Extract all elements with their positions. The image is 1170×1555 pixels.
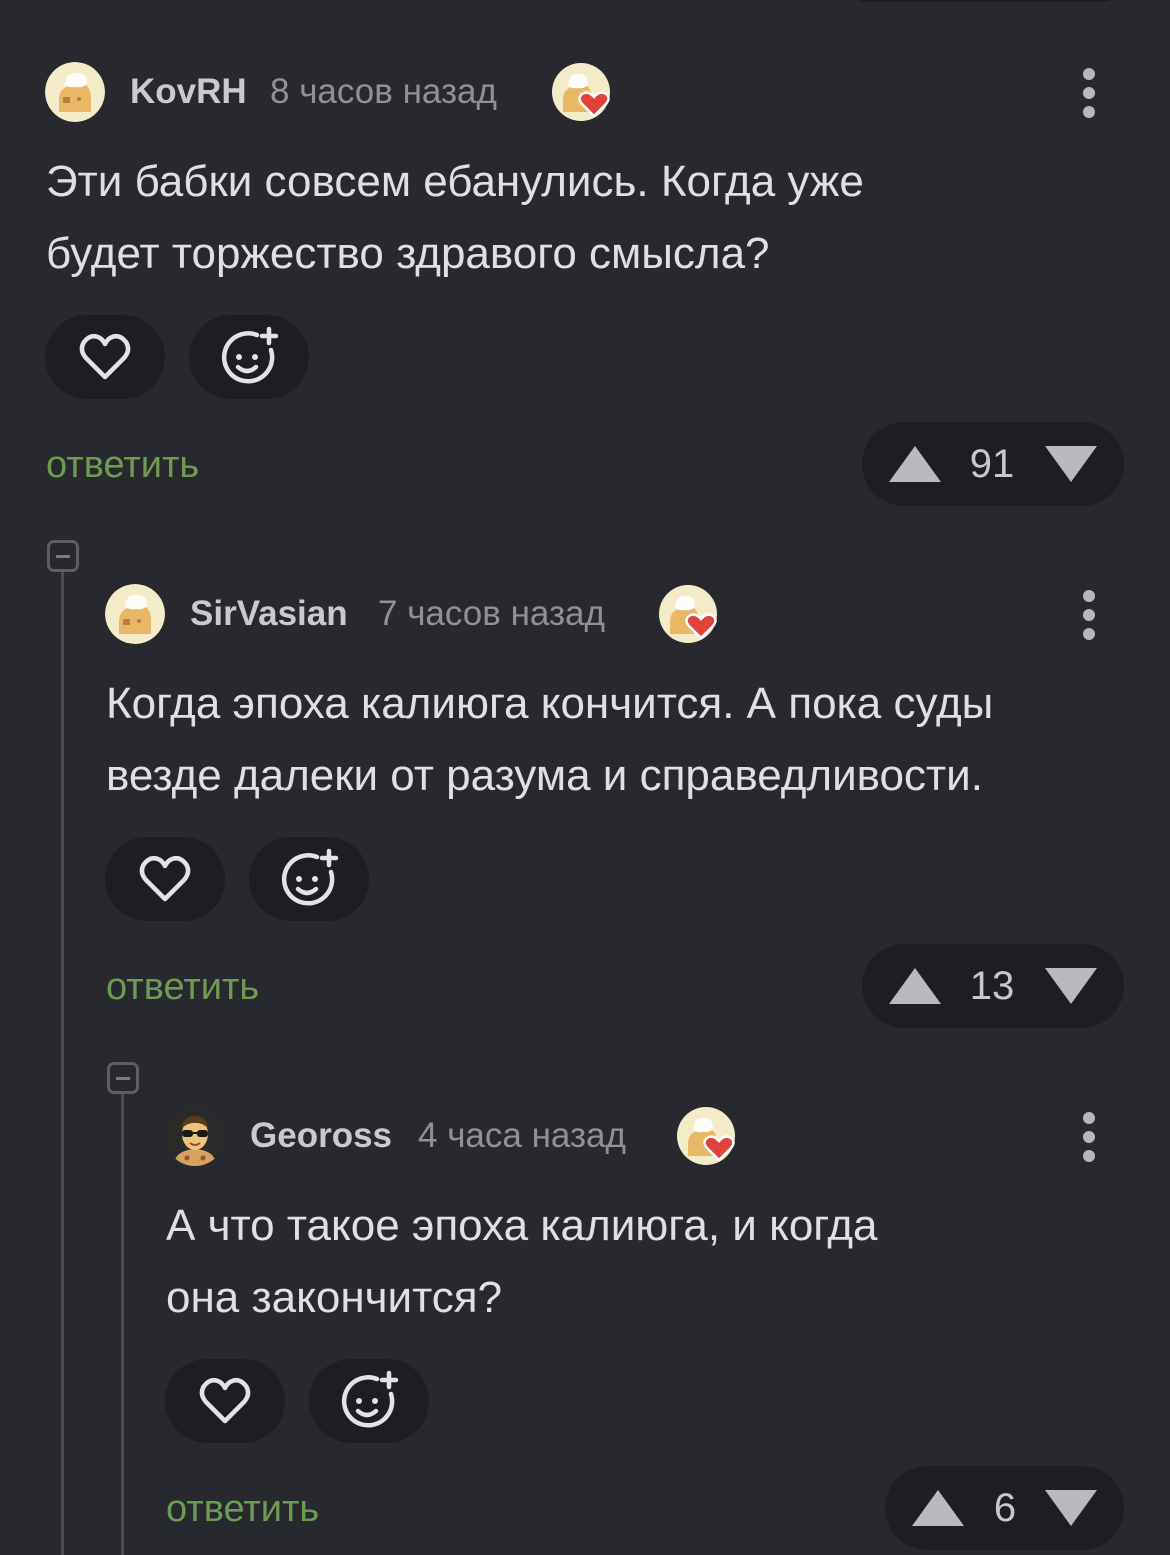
username[interactable]: Geoross xyxy=(250,1116,392,1156)
downvote-icon[interactable] xyxy=(1045,968,1097,1004)
thread-line-level-2[interactable] xyxy=(121,1094,124,1555)
upvote-icon[interactable] xyxy=(912,1490,964,1526)
like-button[interactable] xyxy=(105,837,225,921)
smiley-plus-icon xyxy=(281,848,339,906)
upvote-icon[interactable] xyxy=(889,968,941,1004)
smiley-plus-icon xyxy=(341,1370,399,1428)
username[interactable]: SirVasian xyxy=(190,594,348,634)
downvote-icon[interactable] xyxy=(1045,1490,1097,1526)
comment-text-line: она закончится? xyxy=(166,1273,503,1322)
heart-outline-icon xyxy=(79,333,131,380)
vote-control: 13 xyxy=(862,944,1124,1028)
username[interactable]: KovRH xyxy=(130,72,247,112)
upvote-icon[interactable] xyxy=(889,446,941,482)
vote-control: 91 xyxy=(862,422,1124,506)
comment-text-line: будет торжество здравого смысла? xyxy=(46,229,770,278)
vote-control: 6 xyxy=(885,1466,1124,1550)
avatar[interactable] xyxy=(45,62,105,122)
heart-badge-icon[interactable] xyxy=(676,1106,738,1168)
heart-badge-icon[interactable] xyxy=(658,584,720,646)
heart-badge-icon[interactable] xyxy=(551,62,613,124)
downvote-icon[interactable] xyxy=(1045,446,1097,482)
comment-text-line: Когда эпоха калиюга кончится. А пока суд… xyxy=(106,679,994,728)
vote-score: 13 xyxy=(969,964,1015,1008)
collapse-thread-button[interactable] xyxy=(107,1062,139,1094)
more-options-icon[interactable] xyxy=(1079,1112,1099,1162)
like-button[interactable] xyxy=(45,315,165,399)
smiley-plus-icon xyxy=(221,326,279,384)
timestamp: 4 часа назад xyxy=(418,1116,626,1155)
collapse-thread-button[interactable] xyxy=(47,540,79,572)
timestamp: 7 часов назад xyxy=(378,594,605,633)
avatar[interactable] xyxy=(105,584,165,644)
timestamp: 8 часов назад xyxy=(270,72,497,111)
add-reaction-button[interactable] xyxy=(249,837,369,921)
vote-score: 6 xyxy=(993,1486,1017,1530)
reply-link[interactable]: ответить xyxy=(166,1487,319,1531)
comment-text-line: А что такое эпоха калиюга, и когда xyxy=(166,1201,878,1250)
vote-score: 91 xyxy=(969,442,1015,486)
add-reaction-button[interactable] xyxy=(189,315,309,399)
reply-link[interactable]: ответить xyxy=(106,965,259,1009)
previous-vote-pill xyxy=(850,0,1120,2)
like-button[interactable] xyxy=(165,1359,285,1443)
comment-text-line: везде далеки от разума и справедливости. xyxy=(106,751,983,800)
more-options-icon[interactable] xyxy=(1079,68,1099,118)
heart-outline-icon xyxy=(139,855,191,902)
add-reaction-button[interactable] xyxy=(309,1359,429,1443)
more-options-icon[interactable] xyxy=(1079,590,1099,640)
thread-line-level-1[interactable] xyxy=(61,572,64,1555)
reply-link[interactable]: ответить xyxy=(46,443,199,487)
comment-text-line: Эти бабки совсем ебанулись. Когда уже xyxy=(46,157,864,206)
heart-outline-icon xyxy=(199,1377,251,1424)
avatar[interactable] xyxy=(165,1106,225,1166)
